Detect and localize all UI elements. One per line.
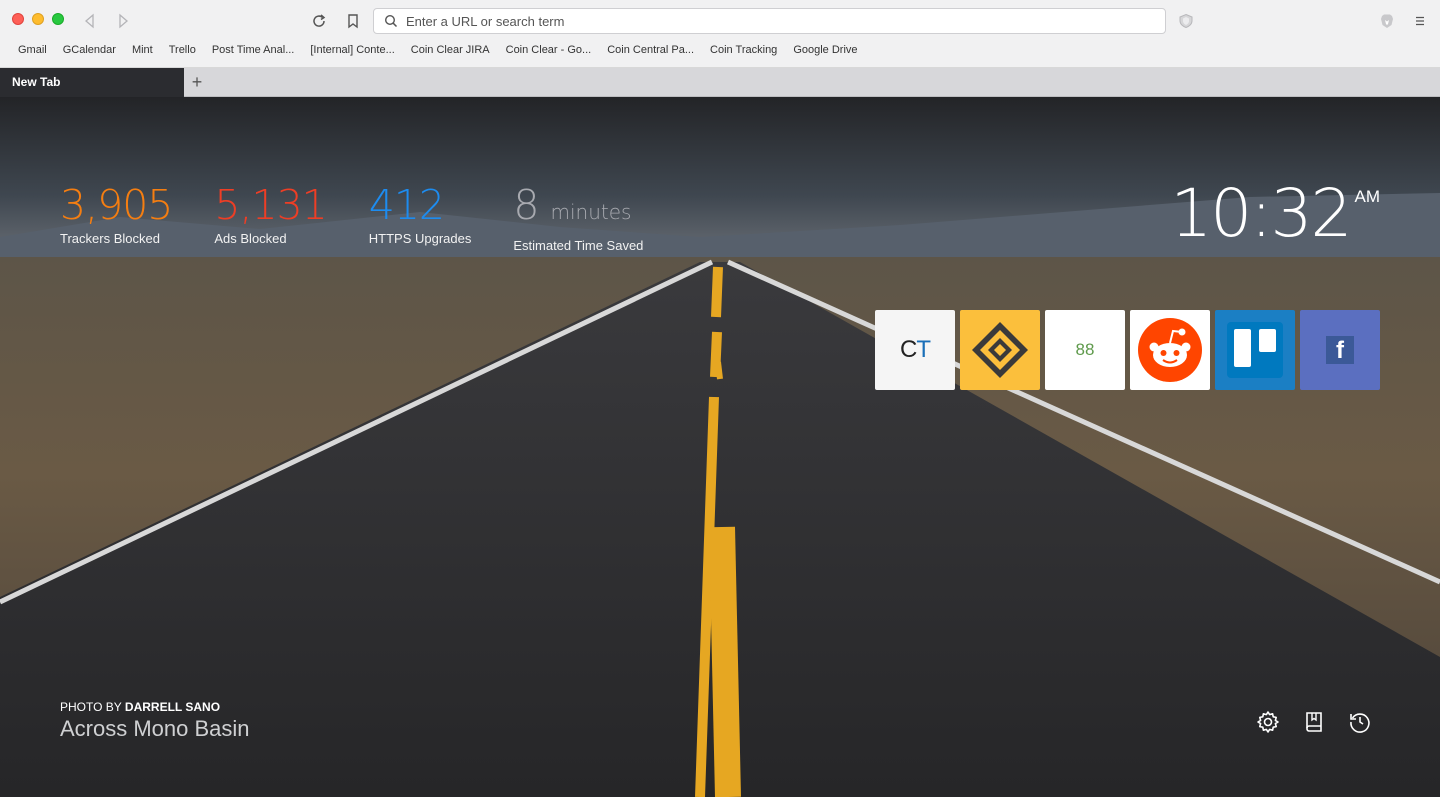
bookmarks-bar: Gmail GCalendar Mint Trello Post Time An… xyxy=(18,44,874,56)
url-input[interactable] xyxy=(406,13,1126,29)
bookmark-item[interactable]: Trello xyxy=(169,44,196,56)
stat-trackers: 3,905 Trackers Blocked xyxy=(60,181,173,253)
close-window-button[interactable] xyxy=(12,13,24,25)
hamburger-menu-icon xyxy=(1416,16,1424,26)
history-button[interactable] xyxy=(1348,710,1372,734)
reload-button[interactable] xyxy=(308,10,330,32)
bookmark-item[interactable]: Coin Clear - Go... xyxy=(506,44,592,56)
maximize-window-button[interactable] xyxy=(52,13,64,25)
time-saved-value: 8 minutes xyxy=(513,183,643,234)
clock-time: 10:32 xyxy=(1170,175,1352,252)
browser-chrome: Gmail GCalendar Mint Trello Post Time An… xyxy=(0,0,1440,68)
menu-button[interactable] xyxy=(1409,10,1431,32)
tab-strip: New Tab + xyxy=(0,68,1440,97)
bookmarks-button[interactable] xyxy=(1302,710,1326,734)
trello-icon xyxy=(1227,322,1283,378)
https-label: HTTPS Upgrades xyxy=(368,231,472,246)
clock-ampm: AM xyxy=(1354,187,1381,206)
ntp-footer-actions xyxy=(1256,710,1372,734)
bookmark-item[interactable]: Google Drive xyxy=(793,44,857,56)
brave-shields-button[interactable] xyxy=(1175,10,1197,32)
bookmark-item[interactable]: [Internal] Conte... xyxy=(310,44,394,56)
bookmark-item[interactable]: Coin Clear JIRA xyxy=(411,44,490,56)
time-saved-number: 8 xyxy=(513,181,539,229)
forward-button[interactable] xyxy=(112,10,134,32)
forward-arrow-icon xyxy=(119,13,128,29)
url-bar[interactable] xyxy=(373,8,1166,34)
top-site-coin-tracking[interactable]: CT xyxy=(875,310,955,390)
trackers-label: Trackers Blocked xyxy=(60,231,160,246)
settings-button[interactable] xyxy=(1256,710,1280,734)
privacy-stats: 3,905 Trackers Blocked 5,131 Ads Blocked… xyxy=(60,183,685,253)
bookmark-item[interactable]: Coin Central Pa... xyxy=(607,44,694,56)
stat-ads: 5,131 Ads Blocked xyxy=(214,181,327,253)
tab-new-tab[interactable]: New Tab xyxy=(0,68,184,97)
new-tab-page: 3,905 Trackers Blocked 5,131 Ads Blocked… xyxy=(0,97,1440,797)
bookmark-icon xyxy=(348,14,358,29)
site-88-logo: 88 xyxy=(1075,340,1095,359)
book-icon xyxy=(1306,712,1322,732)
photo-title: Across Mono Basin xyxy=(60,716,250,741)
time-saved-label: Estimated Time Saved xyxy=(513,238,644,253)
clock: 10:32 AM xyxy=(1170,177,1380,251)
stat-time-saved: 8 minutes Estimated Time Saved xyxy=(513,183,643,253)
photo-by-prefix: PHOTO BY xyxy=(60,700,125,714)
ct-letter-t: T xyxy=(916,336,931,363)
back-button[interactable] xyxy=(79,10,101,32)
facebook-icon: f xyxy=(1326,336,1354,364)
top-site-88[interactable]: 88 xyxy=(1045,310,1125,390)
history-icon xyxy=(1350,713,1370,733)
time-saved-unit: minutes xyxy=(550,200,632,224)
minimize-window-button[interactable] xyxy=(32,13,44,25)
top-site-reddit[interactable] xyxy=(1130,310,1210,390)
top-site-trello[interactable] xyxy=(1215,310,1295,390)
bookmark-item[interactable]: Post Time Anal... xyxy=(212,44,295,56)
bookmark-item[interactable]: Mint xyxy=(132,44,153,56)
bookmark-item[interactable]: Gmail xyxy=(18,44,47,56)
photo-author: DARRELL SANO xyxy=(124,700,221,714)
bookmark-item[interactable]: Coin Tracking xyxy=(710,44,777,56)
search-icon xyxy=(384,14,398,28)
reddit-icon xyxy=(1138,318,1202,382)
ads-count: 5,131 xyxy=(214,181,327,229)
coin-tracking-logo: CT xyxy=(899,336,931,364)
ads-label: Ads Blocked xyxy=(214,231,287,246)
photo-credit: PHOTO BY DARRELL SANO Across Mono Basin xyxy=(60,700,250,742)
brave-lion-icon xyxy=(1381,14,1393,28)
coin-central-logo-icon xyxy=(972,322,1028,378)
top-sites: CT 88 f xyxy=(875,310,1380,390)
ct-letter-c: C xyxy=(899,336,917,363)
back-arrow-icon xyxy=(85,13,94,29)
brave-rewards-button[interactable] xyxy=(1376,10,1398,32)
window-controls xyxy=(12,13,64,25)
photo-author-line: PHOTO BY DARRELL SANO xyxy=(60,700,250,714)
gear-icon xyxy=(1257,711,1279,733)
https-count: 412 xyxy=(368,181,445,229)
bookmark-item[interactable]: GCalendar xyxy=(63,44,116,56)
shield-icon xyxy=(1179,13,1193,29)
new-tab-button[interactable]: + xyxy=(186,71,208,93)
trackers-count: 3,905 xyxy=(60,181,173,229)
stat-https: 412 HTTPS Upgrades xyxy=(369,183,472,253)
reload-icon xyxy=(313,14,326,27)
bookmark-page-button[interactable] xyxy=(342,10,364,32)
top-site-facebook[interactable]: f xyxy=(1300,310,1380,390)
top-site-coin-central[interactable] xyxy=(960,310,1040,390)
